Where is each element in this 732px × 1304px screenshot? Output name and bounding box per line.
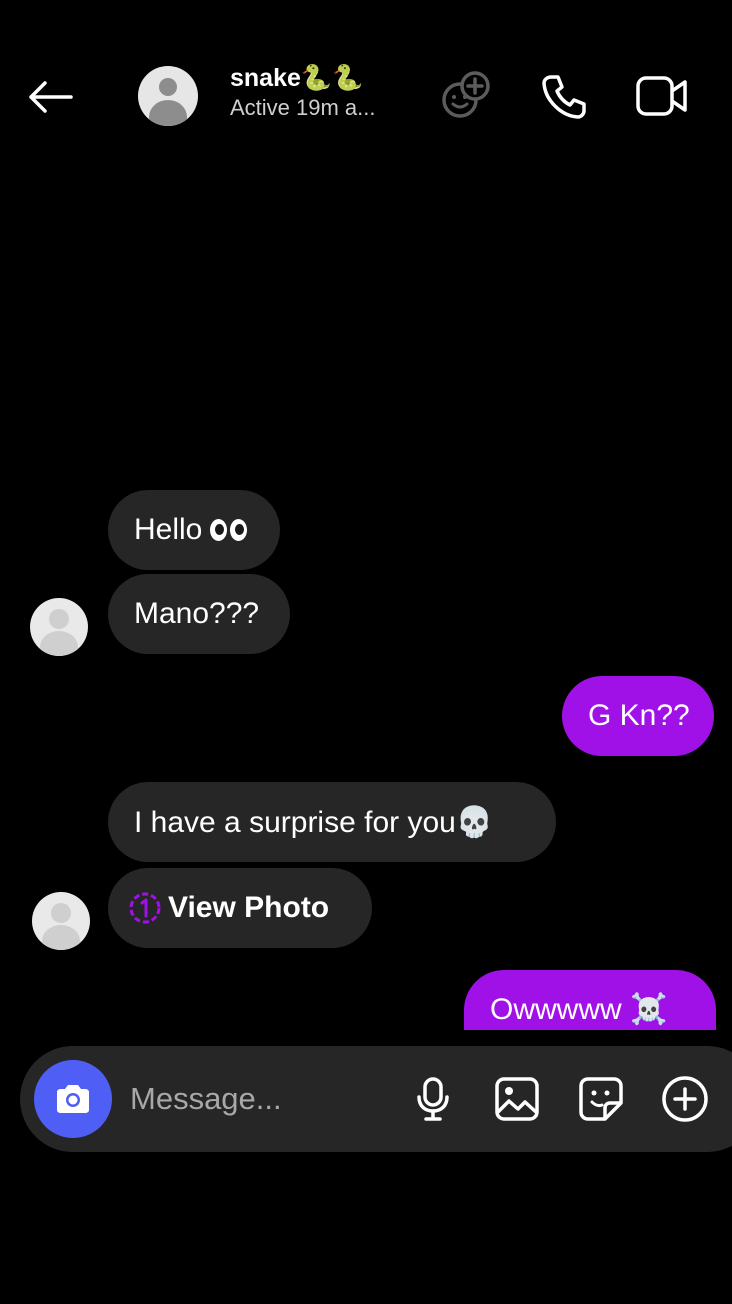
camera-icon — [57, 1085, 89, 1113]
message-bubble-outgoing[interactable]: Owwwww ☠️ — [464, 970, 716, 1030]
message-text: Mano??? — [134, 597, 260, 630]
arrow-left-icon — [29, 81, 73, 113]
sender-avatar[interactable] — [30, 598, 88, 656]
image-icon — [495, 1077, 539, 1121]
video-call-button[interactable] — [634, 68, 690, 124]
sticker-icon — [579, 1077, 623, 1121]
effects-button[interactable] — [438, 68, 494, 124]
message-composer — [20, 1046, 732, 1152]
sticker-button[interactable] — [576, 1074, 626, 1124]
camera-button[interactable] — [34, 1060, 112, 1138]
phone-icon — [542, 75, 586, 119]
message-bubble-incoming[interactable]: I have a surprise for you💀 — [108, 782, 556, 862]
message-text: Owwwww ☠️ — [490, 993, 668, 1026]
dm-thread-screen: snake🐍🐍 Active 19m a... Hello Mano??? G … — [0, 0, 732, 1304]
view-once-photo-message[interactable]: View Photo — [108, 868, 372, 948]
contact-avatar[interactable] — [138, 66, 198, 126]
voice-message-button[interactable] — [408, 1074, 458, 1124]
plus-circle-icon — [662, 1076, 708, 1122]
message-input[interactable] — [130, 1074, 390, 1124]
view-once-icon — [128, 891, 162, 925]
message-text: G Kn?? — [588, 699, 690, 732]
message-bubble-incoming[interactable]: Hello — [108, 490, 280, 570]
more-button[interactable] — [660, 1074, 710, 1124]
chat-header: snake🐍🐍 Active 19m a... — [0, 0, 732, 190]
view-photo-label: View Photo — [168, 891, 330, 924]
message-text: I have a surprise for you💀 — [134, 805, 494, 839]
message-text: Hello — [134, 513, 203, 546]
back-button[interactable] — [22, 72, 78, 122]
gallery-button[interactable] — [492, 1074, 542, 1124]
contact-name: snake🐍🐍 — [230, 64, 364, 92]
eyes-emoji — [210, 519, 248, 541]
active-status: Active 19m a... — [230, 95, 376, 120]
message-bubble-incoming[interactable]: Mano??? — [108, 574, 290, 654]
sender-avatar[interactable] — [32, 892, 90, 950]
microphone-icon — [417, 1077, 449, 1121]
video-camera-icon — [636, 76, 687, 116]
effects-icon — [442, 71, 490, 118]
message-bubble-outgoing[interactable]: G Kn?? — [562, 676, 714, 756]
audio-call-button[interactable] — [536, 68, 592, 124]
contact-title[interactable]: snake🐍🐍 Active 19m a... — [230, 62, 430, 122]
